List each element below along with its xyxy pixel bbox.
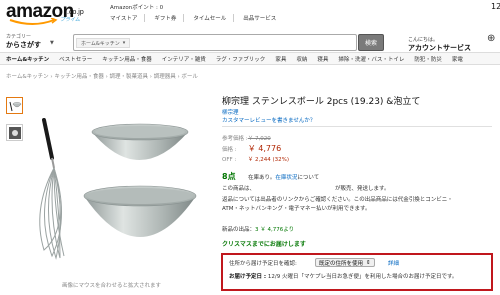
delivery-estimate-box: 住所から届け予定日を確認: 既定の住所を使用 ⇕ 詳細 お届け予定日 : 12/… [221, 253, 493, 291]
bowl-thumbnail-icon [9, 101, 21, 111]
delivery-check-label: 住所から届け予定日を確認: [229, 261, 297, 267]
search-button[interactable]: 検索 [358, 34, 384, 51]
nav-item-bedding[interactable]: 寝具 [317, 55, 328, 63]
product-image[interactable] [30, 118, 205, 268]
category-nav: ホーム&キッチン ベストセラー キッチン用品・食器 インテリア・雑貨 ラグ・ファ… [0, 52, 500, 65]
seller-line: この商品は、 が販売、発送します。 [222, 184, 389, 192]
smile-arrow-icon [9, 18, 58, 25]
seller-line-a: この商品は、 [222, 186, 256, 192]
delivery-date-text: 12/9 火曜日「マケプレ当日お急ぎ便」を利用した場合のお届け予定日です。 [267, 274, 458, 280]
write-review-link[interactable]: カスタマーレビューを書きませんか？ [222, 116, 315, 124]
nav-item-cleaning[interactable]: 掃除・洗濯・バス・トイレ [338, 55, 404, 63]
bowl-large-icon [83, 185, 197, 237]
stock-count: 8点 [222, 172, 236, 181]
stock-status: 在庫あり。在庫状況について [248, 173, 319, 181]
nav-item-storage[interactable]: 収納 [296, 55, 307, 63]
corner-number: 12 [491, 2, 500, 11]
top-link-mystore[interactable]: マイストア [110, 14, 146, 22]
thumbnail-2[interactable] [6, 124, 23, 141]
chevron-down-icon: ⇕ [366, 259, 371, 266]
list-price-row: 参考価格 : ￥ 7,020 [222, 134, 271, 142]
nav-home[interactable]: ホーム&キッチン [6, 55, 49, 63]
seller-line-b: が販売、発送します。 [335, 186, 390, 192]
christmas-delivery: クリスマスまでにお届けします [222, 241, 306, 248]
top-links: マイストア ギフト券 タイムセール 出品サービス [110, 14, 283, 22]
nav-item-kitchen[interactable]: キッチン用品・食器 [102, 55, 152, 63]
search-category-select[interactable]: ホーム&キッチン ▾ [76, 38, 131, 48]
address-select[interactable]: 既定の住所を使用 ⇕ [315, 258, 375, 267]
chevron-down-icon: ▾ [122, 40, 126, 46]
cart-icon[interactable]: ⊕ [487, 33, 495, 44]
new-offers: 新品の出品：3 ￥ 4,776より [222, 225, 294, 233]
price: ￥ 4,776 [247, 144, 282, 153]
savings-row: OFF : ￥ 2,244 (32%) [222, 155, 289, 163]
thumbnail-1[interactable] [6, 97, 23, 114]
logo-prime-label: プライム [60, 17, 80, 23]
return-note: 返品については出品者のリンクからご確認ください。この出品商品には代金引換とコンビ… [222, 197, 453, 203]
whisk-icon [39, 118, 65, 260]
account-greeting[interactable]: こんにちは。 [408, 36, 438, 43]
points-note[interactable]: Amazonポイント : 0 [110, 3, 163, 11]
list-price: ￥ 7,020 [247, 136, 271, 142]
payment-note: ATM・ネットバンキング・電子マネー払いが利用できます。 [222, 206, 371, 212]
breadcrumb[interactable]: ホーム&キッチン › キッチン用品・食器 › 調理・製菓道具 › 調理器具 › … [6, 72, 198, 80]
search-category-value: ホーム&キッチン [81, 40, 120, 47]
search-box[interactable]: ホーム&キッチン ▾ [73, 34, 357, 51]
bowl-small-icon [91, 123, 189, 160]
photo-thumbnail-icon [8, 126, 21, 139]
category-label[interactable]: カテゴリー [6, 33, 31, 40]
chevron-down-icon: ▼ [50, 40, 54, 46]
nav-item-bestseller[interactable]: ベストセラー [59, 55, 92, 63]
delivery-date: お届け予定日 : 12/9 火曜日「マケプレ当日お急ぎ便」を利用した場合のお届け… [229, 272, 457, 280]
category-name[interactable]: からさがす [6, 40, 41, 50]
image-zoom-caption: 画像にマウスを合わせると拡大されます [62, 283, 162, 289]
top-link-giftcard[interactable]: ギフト券 [154, 14, 185, 22]
nav-item-rug[interactable]: ラグ・ファブリック [216, 55, 266, 63]
stock-info-link[interactable]: 在庫状況 [275, 175, 297, 181]
logo-domain: .co.jp [67, 9, 84, 16]
off-label: OFF : [222, 157, 237, 163]
top-link-timesale[interactable]: タイムセール [193, 14, 235, 22]
stock-about: について [297, 175, 320, 181]
delivery-detail-link[interactable]: 詳細 [388, 259, 399, 267]
price-row: 価格 : ￥ 4,776 [222, 143, 281, 154]
address-select-value: 既定の住所を使用 [319, 260, 364, 267]
savings: ￥ 2,244 (32%) [247, 157, 290, 163]
stock-text: 在庫あり。 [248, 175, 276, 181]
nav-item-security[interactable]: 防犯・防災 [414, 55, 442, 63]
top-link-seller[interactable]: 出品サービス [243, 14, 283, 22]
divider [222, 126, 492, 127]
new-offers-label: 新品の出品： [222, 227, 256, 233]
price-label: 価格 : [222, 147, 237, 153]
nav-item-interior[interactable]: インテリア・雑貨 [162, 55, 206, 63]
list-price-label: 参考価格 : [222, 136, 248, 142]
nav-item-appliances[interactable]: 家電 [452, 55, 463, 63]
delivery-date-label: お届け予定日 : [229, 274, 267, 280]
new-offers-link[interactable]: 3 ￥ 4,776より [255, 227, 294, 233]
nav-item-furniture[interactable]: 家具 [275, 55, 286, 63]
product-title: 柳宗理 ステンレスボール 2pcs (19.23) &泡立て [222, 97, 421, 107]
site-header: amazon .co.jp プライム Amazonポイント : 0 マイストア … [0, 0, 500, 52]
brand-link[interactable]: 柳宗理 [222, 108, 239, 116]
